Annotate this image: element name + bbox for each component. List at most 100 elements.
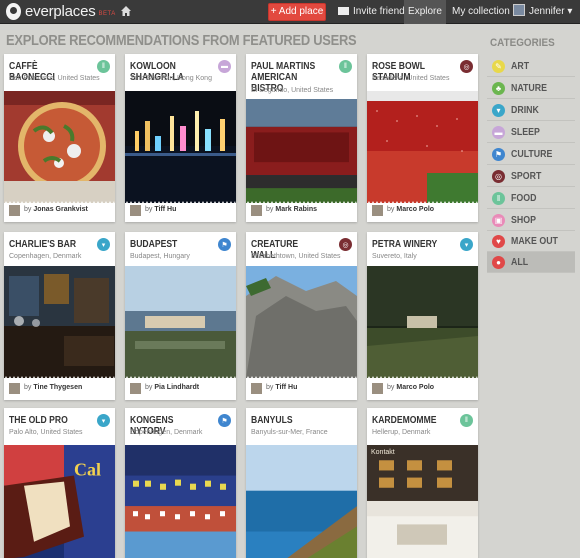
category-badge-icon: ‖ bbox=[339, 60, 352, 73]
category-badge-icon: ▬ bbox=[218, 60, 231, 73]
place-card[interactable]: PAUL MARTINS AMERICAN BISTRO El Segundo, … bbox=[246, 54, 357, 222]
category-all[interactable]: ● ALL bbox=[487, 252, 575, 273]
category-shop[interactable]: ▣ SHOP bbox=[487, 210, 575, 231]
category-label: ART bbox=[511, 60, 530, 72]
category-badge-icon: ‖ bbox=[97, 60, 110, 73]
place-card[interactable]: CREATURE WALL Elizabethtown, United State… bbox=[246, 232, 357, 400]
category-food[interactable]: ‖ FOOD bbox=[487, 188, 575, 209]
place-card[interactable]: BUDAPEST Budapest, Hungary ⚑ by Pia Lindhar… bbox=[125, 232, 236, 400]
category-label: SLEEP bbox=[511, 126, 540, 138]
curator-name[interactable]: Marco Polo bbox=[396, 206, 434, 213]
curator-name[interactable]: Tiff Hu bbox=[275, 384, 297, 391]
place-card[interactable]: KOWLOON SHANGRI-LA Tsim Sha Tsui, Hong Ko… bbox=[125, 54, 236, 222]
place-photo[interactable] bbox=[246, 266, 357, 378]
avatar[interactable] bbox=[251, 383, 262, 394]
card-location: Tsim Sha Tsui, Hong Kong bbox=[130, 75, 212, 82]
card-footer: by Jonas Grankvist bbox=[4, 200, 115, 222]
category-sport[interactable]: ◎ SPORT bbox=[487, 166, 575, 187]
envelope-icon bbox=[338, 7, 349, 15]
place-photo[interactable] bbox=[125, 91, 236, 203]
category-icon: ▬ bbox=[492, 125, 505, 139]
invite-friends-link[interactable]: Invite friends bbox=[338, 0, 410, 24]
category-sleep[interactable]: ▬ SLEEP bbox=[487, 122, 575, 143]
place-photo[interactable] bbox=[367, 266, 478, 378]
logo-pin-icon bbox=[6, 3, 21, 20]
add-place-button[interactable]: + Add place bbox=[268, 3, 326, 21]
curator-credit[interactable]: by Tiff Hu bbox=[145, 206, 176, 213]
category-badge-icon: ⚑ bbox=[218, 414, 231, 427]
by-label: by bbox=[24, 384, 32, 391]
place-card[interactable]: THE OLD PRO Palo Alto, United States ▾ Cal bbox=[4, 408, 115, 558]
place-photo[interactable] bbox=[4, 266, 115, 378]
avatar[interactable] bbox=[130, 383, 141, 394]
avatar[interactable] bbox=[130, 205, 141, 216]
curator-name[interactable]: Pia Lindhardt bbox=[154, 384, 199, 391]
card-location: El Segundo, United States bbox=[251, 87, 334, 94]
card-title[interactable]: THE OLD PRO bbox=[9, 415, 81, 426]
category-badge-icon: ⚑ bbox=[218, 238, 231, 251]
category-make-out[interactable]: ♥ MAKE OUT bbox=[487, 231, 575, 252]
card-title[interactable]: BANYULS bbox=[251, 415, 323, 426]
curator-name[interactable]: Mark Rabins bbox=[275, 206, 317, 213]
place-photo[interactable] bbox=[4, 91, 115, 203]
category-badge-icon: ◎ bbox=[339, 238, 352, 251]
place-photo[interactable] bbox=[246, 445, 357, 558]
avatar[interactable] bbox=[9, 205, 20, 216]
curator-credit[interactable]: by Tine Thygesen bbox=[24, 384, 82, 391]
place-card[interactable]: CHARLIE'S BAR Copenhagen, Denmark ▾ by Tine… bbox=[4, 232, 115, 400]
category-icon: ‖ bbox=[492, 191, 505, 205]
place-photo[interactable] bbox=[125, 266, 236, 378]
avatar[interactable] bbox=[372, 383, 383, 394]
category-icon: ▣ bbox=[492, 213, 505, 227]
curator-name[interactable]: Tiff Hu bbox=[154, 206, 176, 213]
avatar[interactable] bbox=[372, 205, 383, 216]
curator-name[interactable]: Marco Polo bbox=[396, 384, 434, 391]
by-label: by bbox=[145, 206, 153, 213]
logo[interactable]: everplaces BETA bbox=[6, 3, 116, 20]
curator-credit[interactable]: by Jonas Grankvist bbox=[24, 206, 88, 213]
curator-name[interactable]: Tine Thygesen bbox=[33, 384, 82, 391]
curator-name[interactable]: Jonas Grankvist bbox=[33, 206, 87, 213]
category-culture[interactable]: ⚑ CULTURE bbox=[487, 144, 575, 165]
place-photo[interactable] bbox=[246, 99, 357, 203]
card-footer: by Tiff Hu bbox=[246, 378, 357, 400]
place-photo[interactable] bbox=[367, 91, 478, 203]
user-menu[interactable]: Jennifer ▾ bbox=[513, 0, 572, 24]
category-drink[interactable]: ▾ DRINK bbox=[487, 100, 575, 121]
card-footer: by Marco Polo bbox=[367, 200, 478, 222]
card-footer: by Mark Rabins bbox=[246, 200, 357, 222]
nav-explore[interactable]: Explore bbox=[404, 0, 446, 24]
card-title[interactable]: BUDAPEST bbox=[130, 239, 202, 250]
curator-credit[interactable]: by Mark Rabins bbox=[266, 206, 317, 213]
avatar[interactable] bbox=[251, 205, 262, 216]
place-card[interactable]: BANYULS Banyuls-sur-Mer, France bbox=[246, 408, 357, 558]
category-badge-icon: ▾ bbox=[97, 238, 110, 251]
curator-credit[interactable]: by Marco Polo bbox=[387, 206, 434, 213]
card-location: Pasadena, United States bbox=[372, 75, 450, 82]
nav-my-collection[interactable]: My collection bbox=[452, 0, 510, 24]
card-footer: by Pia Lindhardt bbox=[125, 378, 236, 400]
place-card[interactable]: CAFFÈ BAONECCI San Francisco, United Stat… bbox=[4, 54, 115, 222]
by-label: by bbox=[145, 384, 153, 391]
avatar[interactable] bbox=[9, 383, 20, 394]
category-label: SPORT bbox=[511, 170, 542, 182]
curator-credit[interactable]: by Pia Lindhardt bbox=[145, 384, 199, 391]
place-photo[interactable] bbox=[367, 445, 478, 558]
place-photo[interactable] bbox=[125, 445, 236, 558]
card-title[interactable]: CHARLIE'S BAR bbox=[9, 239, 81, 250]
avatar bbox=[513, 4, 525, 16]
card-title[interactable]: KARDEMOMME bbox=[372, 415, 444, 426]
place-photo[interactable]: Cal bbox=[4, 445, 115, 558]
category-label: NATURE bbox=[511, 82, 548, 94]
category-nature[interactable]: ♣ NATURE bbox=[487, 78, 575, 99]
place-card[interactable]: KARDEMOMME Hellerup, Denmark ‖ Kontakt bbox=[367, 408, 478, 558]
home-icon[interactable] bbox=[121, 6, 131, 16]
place-card[interactable]: KONGENS NYTORV Copenhagen, Denmark ⚑ bbox=[125, 408, 236, 558]
curator-credit[interactable]: by Marco Polo bbox=[387, 384, 434, 391]
place-card[interactable]: ROSE BOWL STADIUM Pasadena, United States… bbox=[367, 54, 478, 222]
card-title[interactable]: PETRA WINERY bbox=[372, 239, 444, 250]
category-art[interactable]: ✎ ART bbox=[487, 56, 575, 77]
place-card[interactable]: PETRA WINERY Suvereto, Italy ▾ by Marco Pol… bbox=[367, 232, 478, 400]
user-name: Jennifer ▾ bbox=[529, 6, 573, 17]
curator-credit[interactable]: by Tiff Hu bbox=[266, 384, 297, 391]
